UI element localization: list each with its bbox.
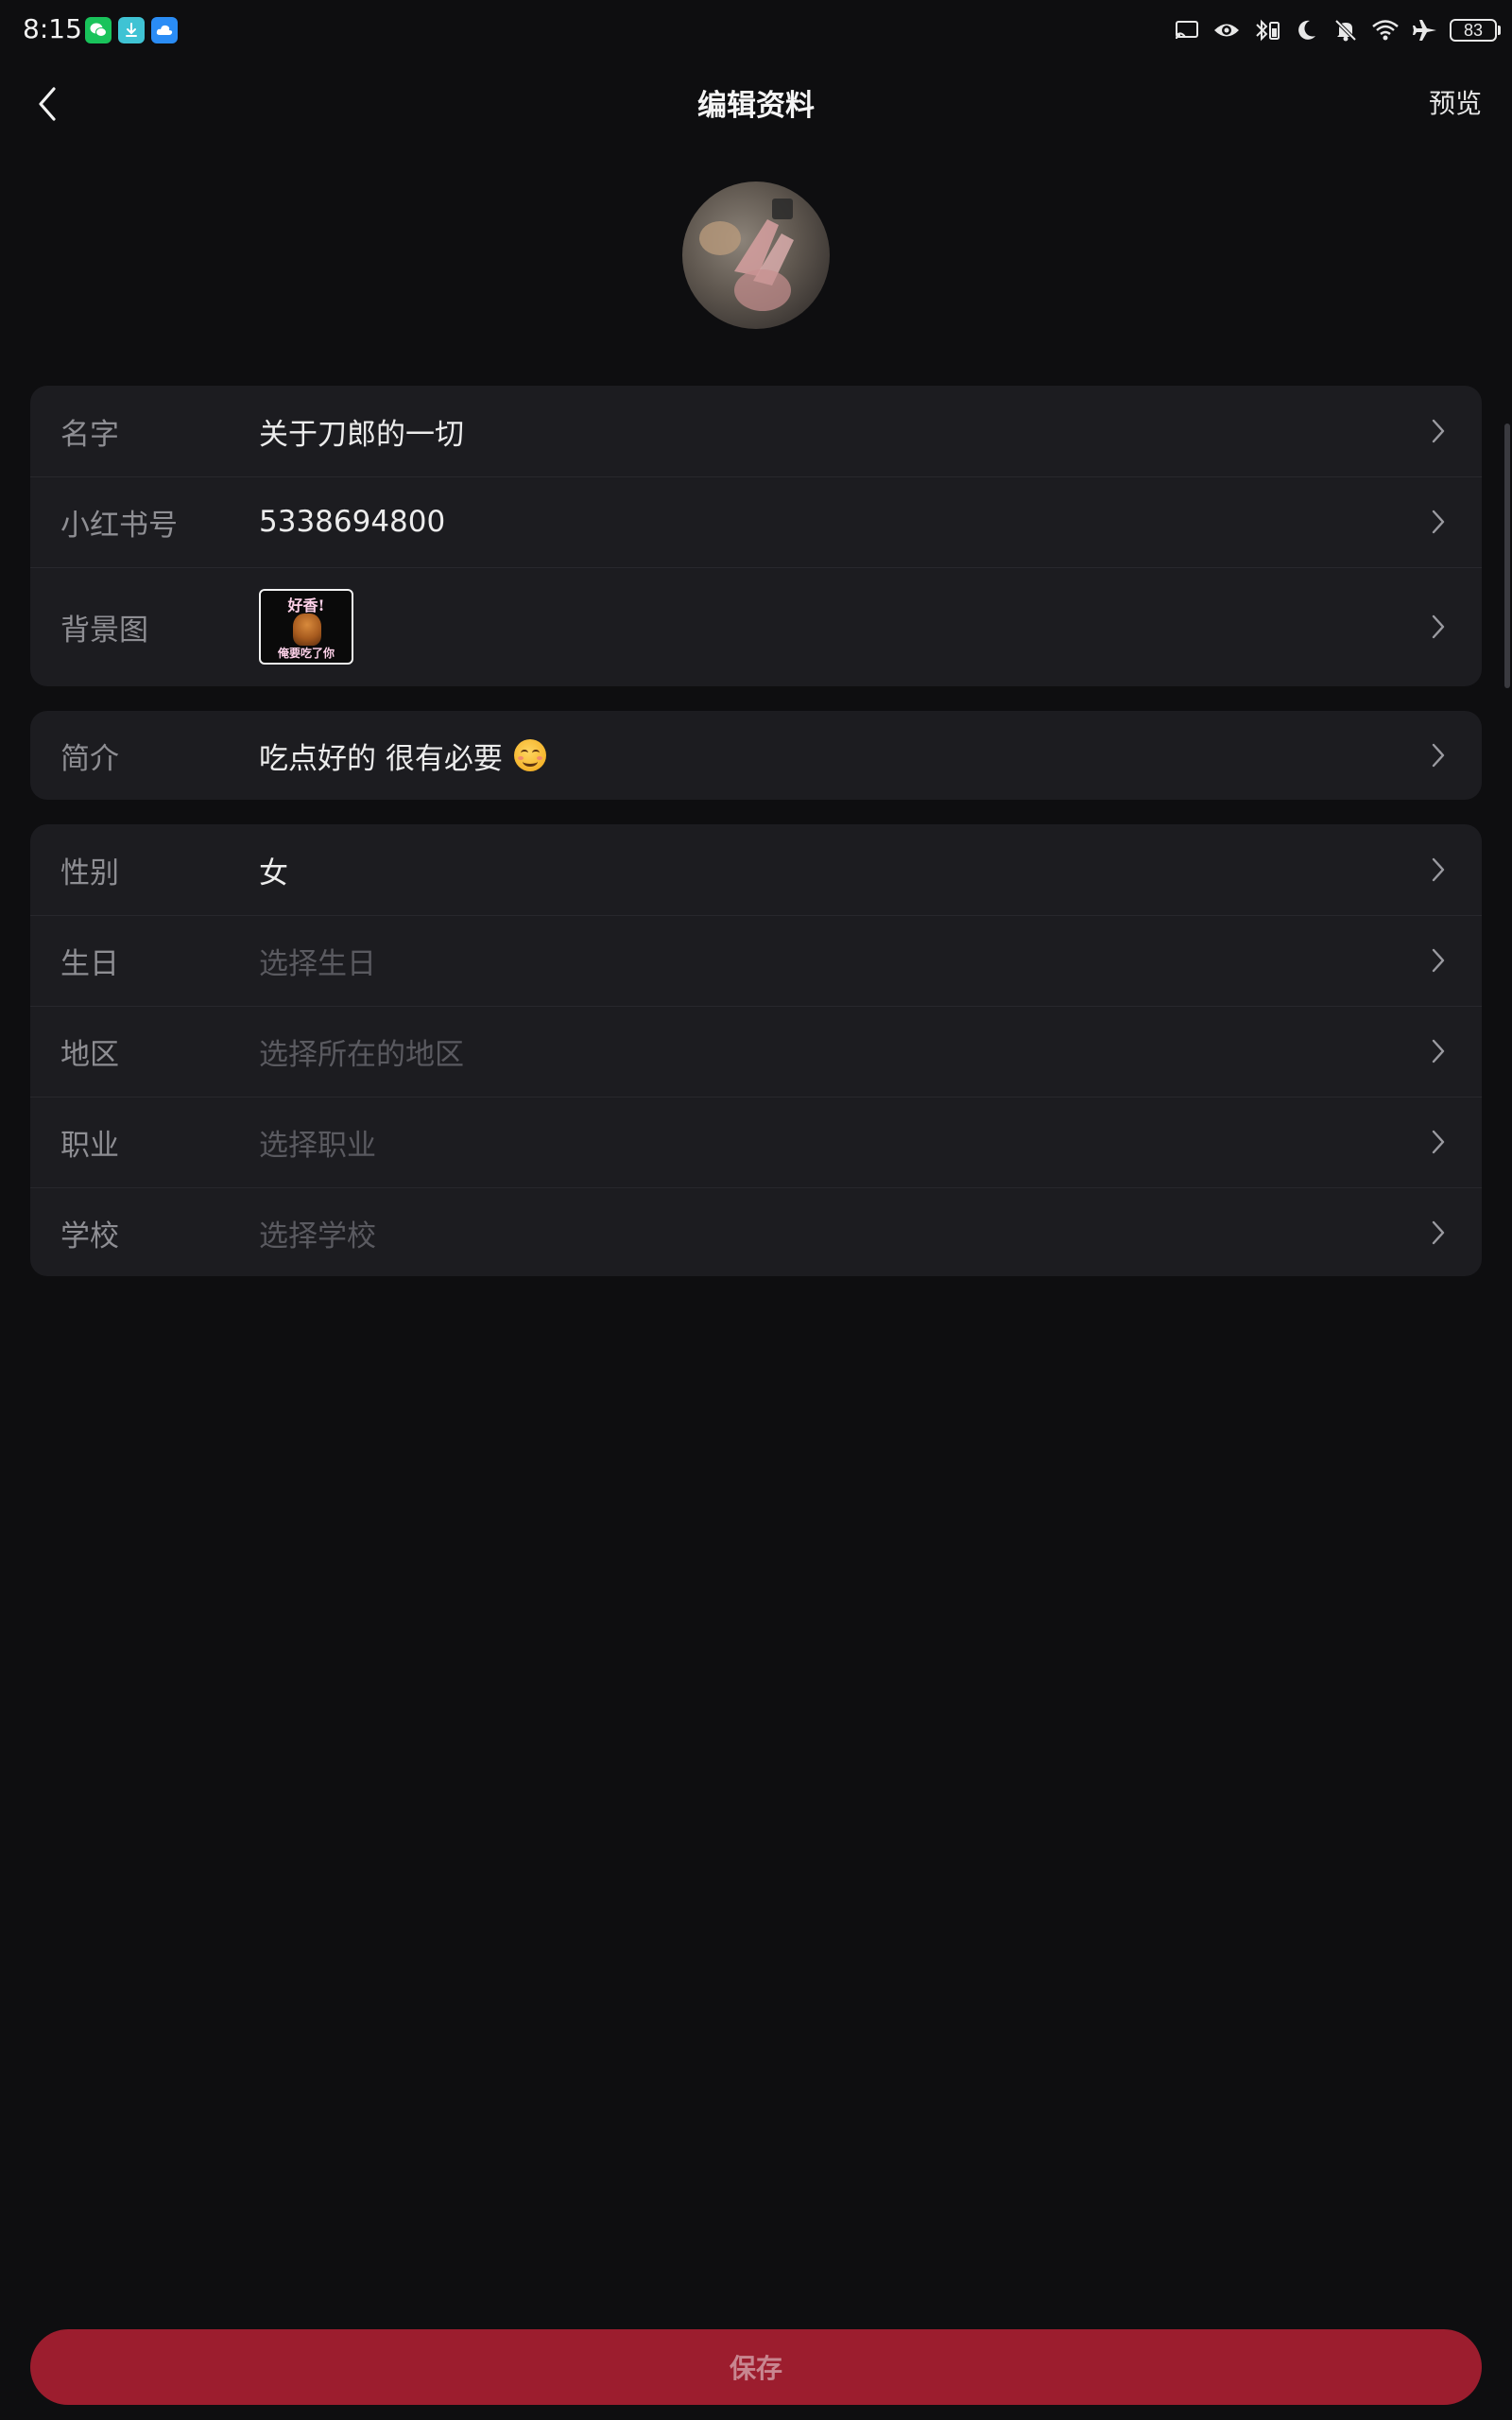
bio-row[interactable]: 简介 吃点好的 很有必要 [30,711,1482,800]
basic-info-card: 名字 关于刀郎的一切 小红书号 5338694800 背景图 好香! 俺要吃了你 [30,386,1482,686]
thumbnail-top-text: 好香! [287,596,325,614]
bio-value: 吃点好的 很有必要 [259,741,503,776]
birthday-label: 生日 [60,946,119,981]
system-icons: 83 [1172,13,1501,47]
chevron-right-icon [1427,416,1450,446]
chevron-right-icon [1427,1036,1450,1066]
xhs-id-row[interactable]: 小红书号 5338694800 [30,476,1482,567]
airplane-icon [1410,15,1440,45]
save-button[interactable]: 保存 [30,2329,1482,2405]
gender-row[interactable]: 性别 女 [30,824,1482,915]
preview-button[interactable]: 预览 [1429,83,1482,121]
region-label: 地区 [60,1037,119,1072]
occupation-label: 职业 [60,1128,119,1163]
school-placeholder: 选择学校 [259,1219,376,1253]
tiger-image [293,614,321,646]
gender-label: 性别 [60,856,119,890]
wifi-icon [1370,15,1400,45]
cloud-icon [151,17,178,43]
school-row[interactable]: 学校 选择学校 [30,1187,1482,1276]
bio-value-wrapper: 吃点好的 很有必要 [259,735,546,777]
avatar[interactable] [682,182,830,329]
chevron-right-icon [1427,855,1450,885]
name-value: 关于刀郎的一切 [259,417,464,452]
background-thumbnail: 好香! 俺要吃了你 [259,589,353,665]
header: 编辑资料 预览 [0,60,1512,146]
status-bar: 8:15 83 [0,0,1512,60]
bell-off-icon [1331,15,1361,45]
download-icon [118,17,145,43]
occupation-row[interactable]: 职业 选择职业 [30,1097,1482,1187]
name-row[interactable]: 名字 关于刀郎的一切 [30,386,1482,476]
moon-icon [1291,15,1321,45]
page-title: 编辑资料 [697,89,815,123]
chevron-right-icon [1427,945,1450,976]
name-label: 名字 [60,417,119,452]
gender-value: 女 [259,856,288,890]
wechat-icon [85,17,112,43]
bluetooth-icon [1251,15,1281,45]
chevron-right-icon [1427,1218,1450,1248]
cast-icon [1172,15,1202,45]
smiling-emoji-icon [513,739,546,771]
occupation-placeholder: 选择职业 [259,1128,376,1163]
details-card: 性别 女 生日 选择生日 地区 选择所在的地区 职业 选择职业 学校 选择学校 [30,824,1482,1276]
scrollbar[interactable] [1504,424,1510,688]
status-time: 8:15 [23,13,82,44]
bio-card: 简介 吃点好的 很有必要 [30,711,1482,800]
eye-icon [1211,15,1242,45]
xhs-id-label: 小红书号 [60,508,178,543]
birthday-row[interactable]: 生日 选择生日 [30,915,1482,1006]
school-label: 学校 [60,1219,119,1253]
thumbnail-bottom-text: 俺要吃了你 [277,647,335,660]
battery-icon: 83 [1450,19,1501,42]
xhs-id-value: 5338694800 [259,505,446,539]
battery-level: 83 [1450,19,1497,42]
region-placeholder: 选择所在的地区 [259,1037,464,1072]
chevron-right-icon [1427,507,1450,537]
chevron-right-icon [1427,612,1450,642]
region-row[interactable]: 地区 选择所在的地区 [30,1006,1482,1097]
background-label: 背景图 [60,613,148,648]
background-row[interactable]: 背景图 好香! 俺要吃了你 [30,567,1482,686]
chevron-right-icon [1427,740,1450,770]
avatar-photo [699,199,794,311]
chevron-right-icon [1427,1127,1450,1157]
bio-label: 简介 [60,741,119,776]
birthday-placeholder: 选择生日 [259,946,376,981]
